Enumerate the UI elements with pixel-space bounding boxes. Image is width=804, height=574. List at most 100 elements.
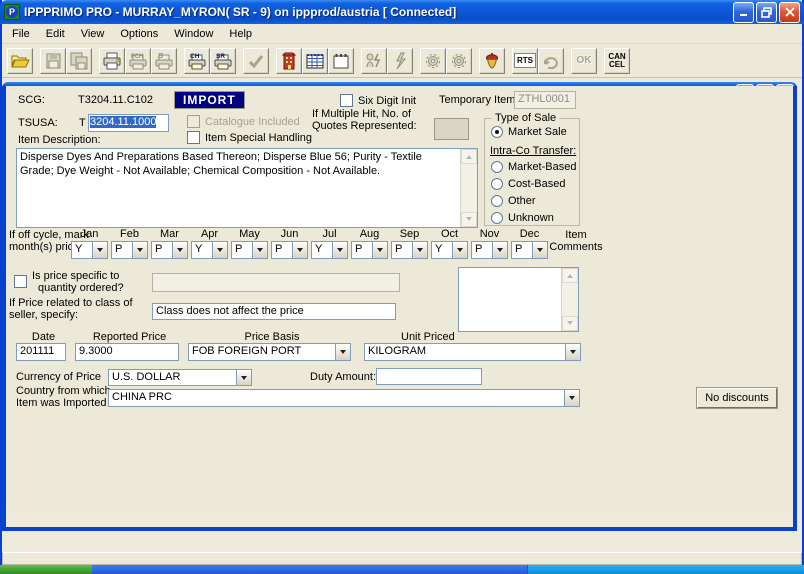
market-based-radio[interactable] (491, 161, 503, 173)
dropdown-arrow-icon[interactable] (564, 390, 579, 406)
scroll-down-button[interactable] (562, 316, 578, 331)
month-select-sep[interactable]: P (391, 241, 428, 259)
print-sr-button[interactable]: SR (210, 48, 236, 74)
item-special-handling-checkbox[interactable] (187, 131, 200, 144)
price-basis-select[interactable]: FOB FOREIGN PORT (188, 343, 351, 361)
menu-options[interactable]: Options (114, 26, 164, 42)
item-description-scrollbar[interactable] (460, 149, 477, 227)
currency-select[interactable]: U.S. DOLLAR (108, 369, 252, 386)
rts-button[interactable]: RTS (512, 48, 538, 74)
print-button[interactable] (99, 48, 125, 74)
other-radio[interactable] (491, 195, 503, 207)
minimize-button[interactable] (733, 2, 754, 23)
lightning-icon (390, 51, 410, 71)
menu-help[interactable]: Help (223, 26, 258, 42)
dropdown-arrow-icon[interactable] (412, 242, 427, 258)
duty-amount-field[interactable] (376, 368, 482, 385)
month-select-mar[interactable]: P (151, 241, 188, 259)
unknown-radio[interactable] (491, 212, 503, 224)
country-label-line2: Item was Imported (16, 397, 106, 409)
dropdown-arrow-icon[interactable] (292, 242, 307, 258)
date-field[interactable]: 201111 (16, 343, 66, 361)
item-comments-label-line1: Item (546, 229, 606, 241)
month-label-mar: Mar (151, 228, 188, 240)
svg-text:CH: CH (190, 53, 200, 60)
qty-specific-label-line1: Is price specific to (32, 270, 119, 282)
tsusa-field[interactable]: 3204.11.1000 (88, 114, 169, 132)
month-select-may[interactable]: P (231, 241, 268, 259)
open-button[interactable] (7, 48, 33, 74)
dropdown-arrow-icon[interactable] (565, 344, 580, 360)
app-icon-letter: P (6, 6, 18, 18)
dropdown-arrow-icon[interactable] (332, 242, 347, 258)
gear-icon (449, 51, 469, 71)
six-digit-init-checkbox[interactable] (340, 94, 353, 107)
home-button[interactable] (276, 48, 302, 74)
dropdown-arrow-icon[interactable] (212, 242, 227, 258)
redo-button (538, 48, 564, 74)
acorn-button[interactable] (479, 48, 505, 74)
seller-class-field[interactable]: Class does not affect the price (152, 303, 396, 320)
menu-view[interactable]: View (75, 26, 111, 42)
dropdown-arrow-icon[interactable] (452, 242, 467, 258)
dropdown-arrow-icon[interactable] (92, 242, 107, 258)
print-fch-icon: FCH (128, 51, 148, 71)
month-select-feb[interactable]: P (111, 241, 148, 259)
start-button-sliver[interactable] (0, 565, 92, 574)
calendar-button[interactable] (328, 48, 354, 74)
cost-based-radio[interactable] (491, 178, 503, 190)
close-button[interactable] (779, 2, 800, 23)
quote-window: SCG: T3204.11.C102 IMPORT Six Digit Init… (2, 86, 797, 531)
reported-price-field[interactable]: 9.3000 (75, 343, 179, 361)
dropdown-arrow-icon[interactable] (532, 242, 547, 258)
menu-file[interactable]: File (6, 26, 36, 42)
month-select-jan[interactable]: Y (71, 241, 108, 259)
dropdown-arrow-icon[interactable] (372, 242, 387, 258)
month-select-aug[interactable]: P (351, 241, 388, 259)
restore-button[interactable] (756, 2, 777, 23)
month-select-jul[interactable]: Y (311, 241, 348, 259)
market-based-radio-row[interactable]: Market-Based (491, 161, 576, 173)
cost-based-radio-row[interactable]: Cost-Based (491, 178, 565, 190)
month-select-dec[interactable]: P (511, 241, 548, 259)
import-badge: IMPORT (174, 91, 245, 109)
unknown-radio-row[interactable]: Unknown (491, 212, 554, 224)
month-select-oct[interactable]: Y (431, 241, 468, 259)
qty-specific-checkbox[interactable] (14, 275, 27, 288)
dropdown-arrow-icon[interactable] (172, 242, 187, 258)
unit-priced-select[interactable]: KILOGRAM (364, 343, 581, 361)
dropdown-arrow-icon[interactable] (132, 242, 147, 258)
grid-button[interactable] (302, 48, 328, 74)
dropdown-arrow-icon[interactable] (252, 242, 267, 258)
month-select-apr[interactable]: Y (191, 241, 228, 259)
unknown-label: Unknown (508, 212, 554, 224)
item-comments-textarea[interactable] (458, 267, 579, 332)
cancel-button[interactable]: CANCEL (604, 48, 630, 74)
month-select-jun[interactable]: P (271, 241, 308, 259)
dropdown-arrow-icon[interactable] (335, 344, 350, 360)
scroll-up-button[interactable] (461, 149, 477, 164)
find-gear-button (420, 48, 446, 74)
month-select-nov[interactable]: P (471, 241, 508, 259)
other-radio-row[interactable]: Other (491, 195, 536, 207)
date-label: Date (19, 331, 68, 343)
month-label-jun: Jun (271, 228, 308, 240)
menu-edit[interactable]: Edit (40, 26, 71, 42)
item-comments-scrollbar[interactable] (561, 268, 578, 331)
print-ch-button[interactable]: CH (184, 48, 210, 74)
dropdown-arrow-icon[interactable] (236, 370, 251, 385)
market-sale-radio-row[interactable]: Market Sale (491, 126, 567, 138)
scroll-up-button[interactable] (562, 268, 578, 283)
dropdown-arrow-icon[interactable] (492, 242, 507, 258)
no-discounts-button[interactable]: No discounts (697, 388, 777, 408)
market-sale-radio[interactable] (491, 126, 503, 138)
menu-window[interactable]: Window (168, 26, 219, 42)
print-b-icon: B (154, 51, 174, 71)
item-description-textarea[interactable]: Disperse Dyes And Preparations Based The… (16, 148, 478, 228)
country-select[interactable]: CHINA PRC (108, 389, 580, 407)
ok-label: OK (577, 57, 592, 65)
scroll-down-button[interactable] (461, 212, 477, 227)
save-all-button (66, 48, 92, 74)
save-icon (43, 51, 63, 71)
temporary-item-field[interactable]: ZTHL0001 (514, 91, 576, 109)
